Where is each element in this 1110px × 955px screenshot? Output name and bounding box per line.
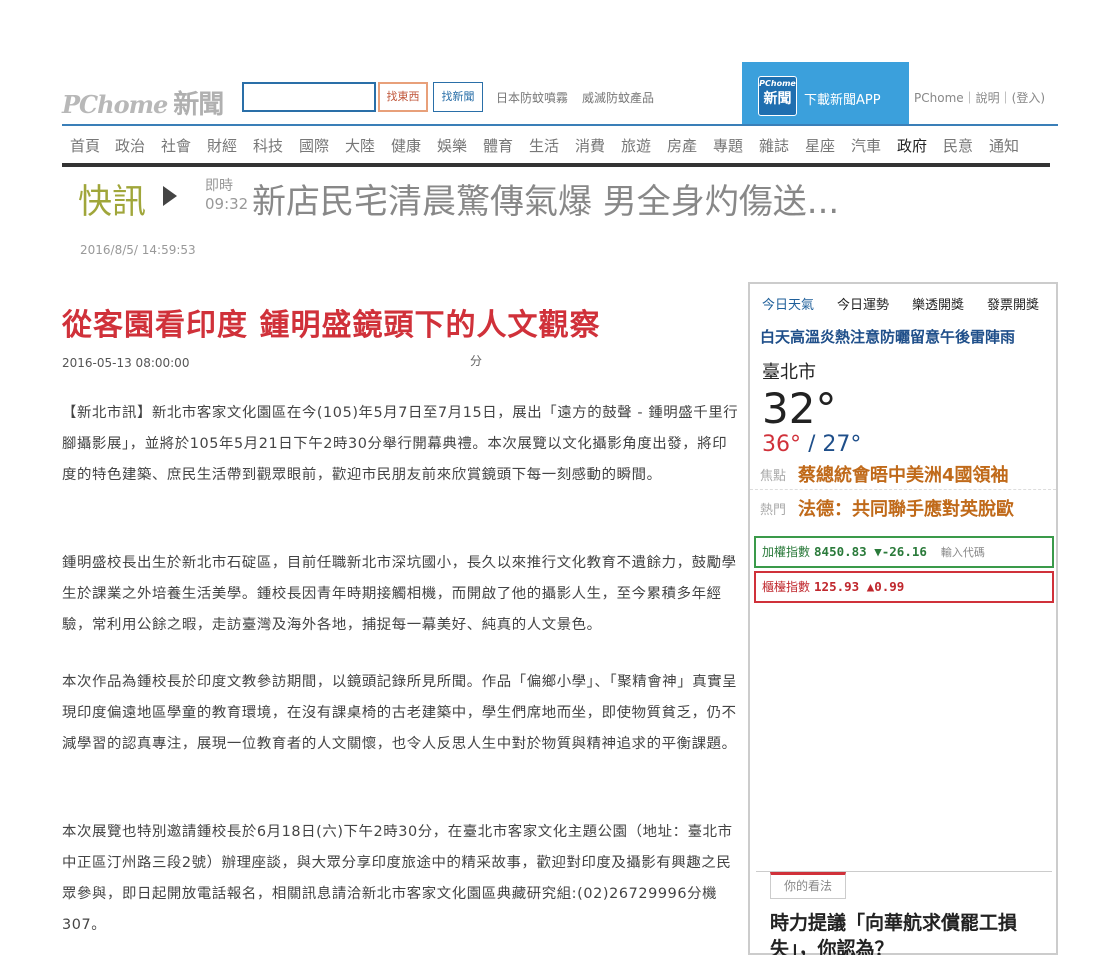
temp-low: 27° — [822, 432, 862, 452]
flash-headline[interactable]: 新店民宅清晨驚傳氣爆 男全身灼傷送... — [252, 174, 839, 223]
ad-link-2[interactable]: 威滅防蚊產品 — [582, 89, 654, 106]
header-divider — [62, 124, 1058, 126]
temp-separator: / — [801, 432, 823, 452]
download-app-label: 下載新聞APP — [804, 93, 881, 108]
article-paragraph: 鍾明盛校長出生於新北市石碇區，目前任職新北市深坑國小，長久以來推行文化教育不遺餘… — [62, 555, 737, 633]
weather-city[interactable]: 臺北市 — [762, 358, 816, 384]
nav-item[interactable]: 首頁 — [70, 135, 100, 156]
nav-item[interactable]: 民意 — [943, 135, 973, 156]
tab-fortune[interactable]: 今日運勢 — [837, 294, 889, 313]
nav-item[interactable]: 財經 — [207, 135, 237, 156]
opinion-question[interactable]: 時力提議「向華航求償罷工損失」，你認為？ — [770, 910, 1050, 955]
nav-item[interactable]: 星座 — [805, 135, 835, 156]
logo-text: PChome — [62, 90, 168, 119]
opinion-tab[interactable]: 你的看法 — [770, 872, 846, 899]
nav-item[interactable]: 旅遊 — [621, 135, 651, 156]
sidebar: 今日天氣 今日運勢 樂透開獎 發票開獎 白天高溫炎熱注意防曬留意午後雷陣雨 臺北… — [748, 282, 1058, 955]
article-paragraph: 【新北市訊】新北市客家文化園區在今(105)年5月7日至7月15日，展出「遠方的… — [62, 405, 739, 483]
nav-item[interactable]: 消費 — [575, 135, 605, 156]
stock-value: 8450.83 ▼-26.16 — [814, 544, 927, 559]
nav-item[interactable]: 科技 — [253, 135, 283, 156]
download-app-banner[interactable]: PChome 新聞 下載新聞APP — [742, 62, 909, 125]
logo-suffix: 新聞 — [173, 90, 224, 120]
play-arrow-icon[interactable] — [163, 186, 177, 206]
article-date: 2016-05-13 08:00:00 — [62, 356, 190, 370]
news-app-icon: PChome 新聞 — [758, 76, 797, 116]
news-row-hot[interactable]: 熱門 法德：共同聯手應對英脫歐 — [750, 490, 1056, 524]
nav-item[interactable]: 雜誌 — [759, 135, 789, 156]
tab-lottery[interactable]: 樂透開獎 — [912, 294, 964, 313]
article-paragraph: 本次展覽也特別邀請鍾校長於6月18日(六)下午2時30分，在臺北市客家文化主題公… — [62, 824, 733, 933]
nav-item[interactable]: 汽車 — [851, 135, 881, 156]
flash-time: 09:32 — [205, 195, 249, 213]
page-date: 2016/8/5/ 14:59:53 — [80, 243, 196, 257]
nav-item[interactable]: 生活 — [529, 135, 559, 156]
article-paragraph: 本次作品為鍾校長於印度文教參訪期間，以鏡頭記錄所見所聞。作品「偏鄉小學」、「聚精… — [62, 674, 738, 752]
nav-item[interactable]: 健康 — [391, 135, 421, 156]
nav-item[interactable]: 大陸 — [345, 135, 375, 156]
tab-invoice[interactable]: 發票開獎 — [987, 294, 1039, 313]
stock-name: 櫃檯指數 — [762, 580, 811, 594]
app-icon-top: PChome — [759, 79, 796, 88]
nav-item[interactable]: 娛樂 — [437, 135, 467, 156]
nav-item[interactable]: 政府 — [897, 135, 927, 156]
app-icon-bottom: 新聞 — [763, 91, 792, 107]
news-tag: 熱門 — [760, 503, 787, 518]
search-news-button[interactable]: 找新聞 — [433, 82, 483, 112]
category-nav: 首頁 政治 社會 財經 科技 國際 大陸 健康 娛樂 體育 生活 消費 旅遊 房產 專題 雜誌 星座 汽車 政府 民意… — [62, 127, 1050, 167]
stock-code-input[interactable]: 輸入代碼 — [941, 546, 985, 559]
news-row-focus[interactable]: 焦點 蔡總統會晤中美洲4國領袖 — [750, 456, 1056, 490]
nav-item[interactable]: 房產 — [667, 135, 697, 156]
nav-item[interactable]: 專題 — [713, 135, 743, 156]
search-input[interactable] — [242, 82, 376, 112]
news-tag: 焦點 — [760, 469, 787, 484]
flash-time-label: 即時 — [205, 178, 233, 194]
weather-range: 36° / 27° — [762, 432, 861, 452]
nav-item[interactable]: 體育 — [483, 135, 513, 156]
pchome-news-logo[interactable]: PChome 新聞 — [62, 84, 224, 120]
nav-item[interactable]: 政治 — [115, 135, 145, 156]
weather-alert: 白天高溫炎熱注意防曬留意午後雷陣雨 — [760, 328, 1016, 346]
stock-taiex[interactable]: 加權指數 8450.83 ▼-26.16 輸入代碼 — [754, 536, 1054, 568]
ad-link-1[interactable]: 日本防蚊噴霧 — [496, 89, 568, 106]
stock-value: 125.93 ▲0.99 — [814, 579, 905, 594]
flash-label: 快訊 — [78, 182, 146, 222]
temp-high: 36° — [762, 432, 801, 452]
news-text: 法德：共同聯手應對英脫歐 — [798, 499, 1014, 520]
search-products-button[interactable]: 找東西 — [378, 82, 428, 112]
top-links[interactable]: PChome｜說明｜(登入) — [914, 89, 1045, 106]
stock-otc[interactable]: 櫃檯指數 125.93 ▲0.99 — [754, 571, 1054, 603]
nav-item[interactable]: 社會 — [161, 135, 191, 156]
weather-temp: 32° — [762, 384, 837, 433]
nav-item[interactable]: 通知 — [989, 135, 1019, 156]
article-title: 從客園看印度 鍾明盛鏡頭下的人文觀察 — [62, 308, 601, 343]
share-label[interactable]: 分 — [470, 352, 482, 369]
stock-name: 加權指數 — [762, 545, 811, 559]
news-text: 蔡總統會晤中美洲4國領袖 — [798, 465, 1009, 486]
nav-item[interactable]: 國際 — [299, 135, 329, 156]
tab-weather[interactable]: 今日天氣 — [762, 294, 814, 313]
